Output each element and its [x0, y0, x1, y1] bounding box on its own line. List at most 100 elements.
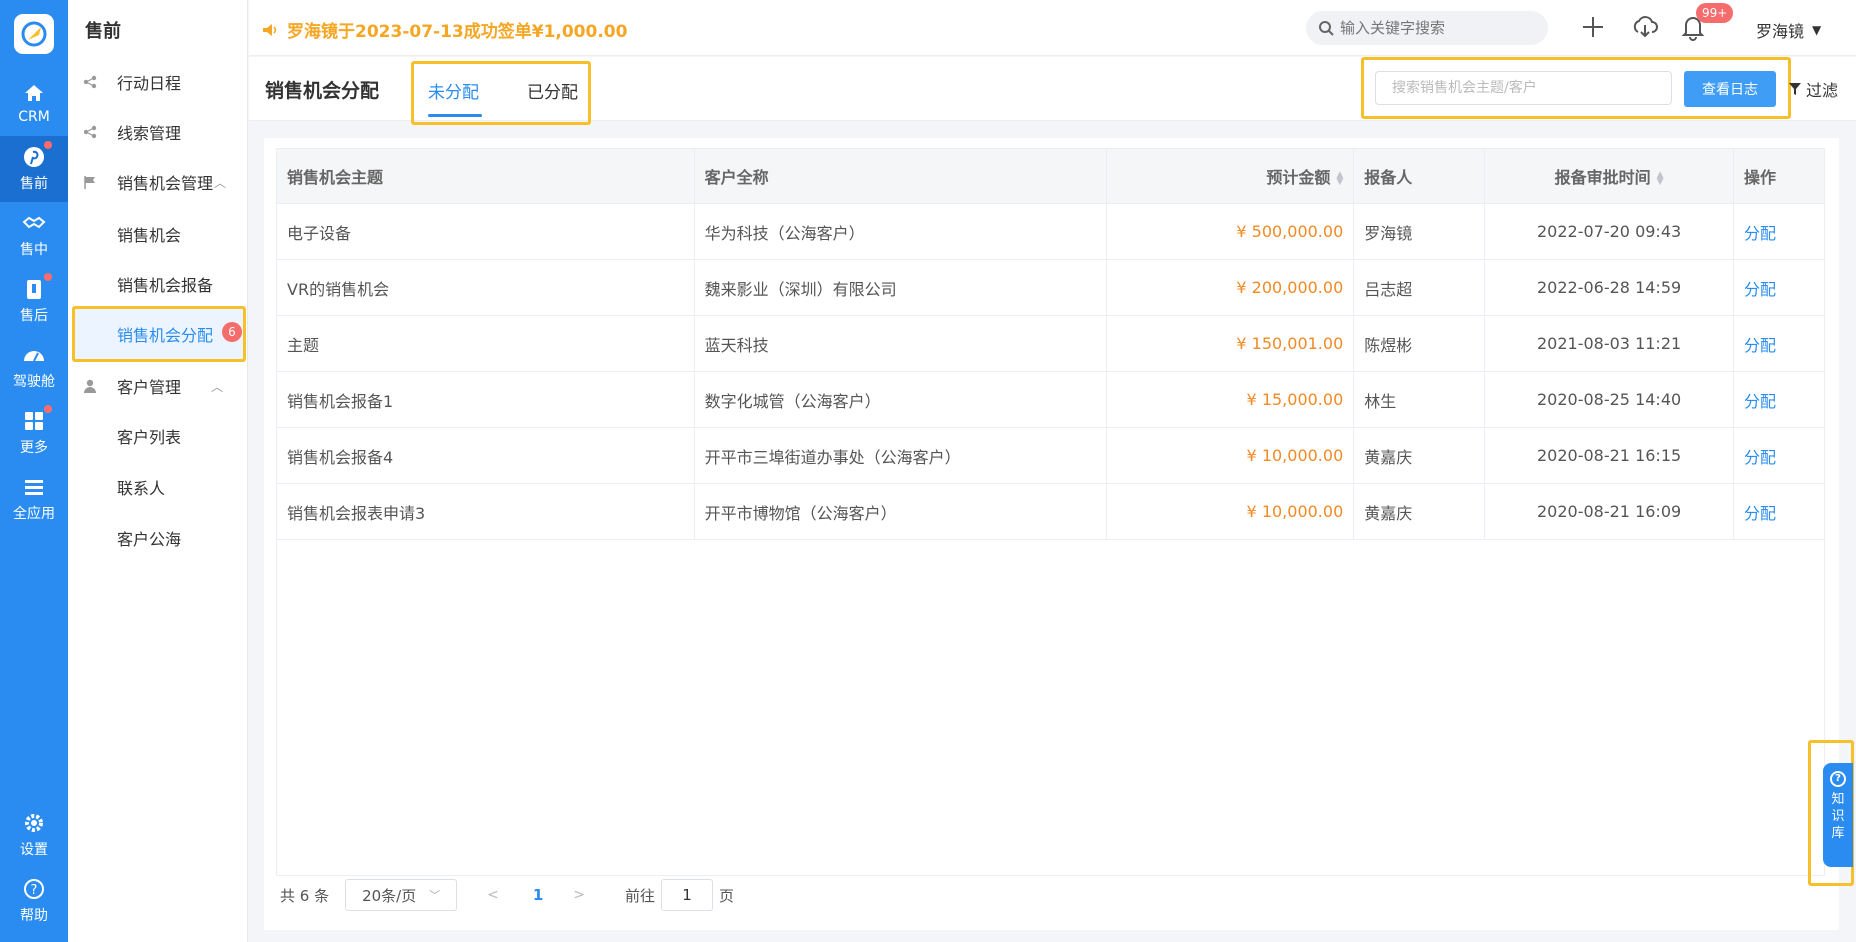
grid-icon	[22, 405, 52, 433]
rail-item-more[interactable]: 更多	[0, 400, 68, 466]
column-header-action: 操作	[1733, 148, 1825, 204]
kb-char: 库	[1831, 826, 1845, 841]
cell-reporter: 罗海镜	[1353, 203, 1486, 260]
user-name: 罗海镜	[1756, 22, 1805, 41]
sort-icon[interactable]: ▲ ▼	[1336, 170, 1343, 186]
kb-char: 识	[1831, 809, 1845, 824]
sidebar-item-opportunity-report[interactable]: 销售机会报备	[68, 259, 248, 309]
sidebar-item-label: 客户公海	[117, 530, 182, 549]
rail-label: 帮助	[20, 908, 48, 924]
app-rail: CRM 售前 售中 售后 驾驶舱 更多 全应用 设置 ? 帮助	[0, 0, 68, 942]
announcement-text: 罗海镜于2023-07-13成功签单¥1,000.00	[287, 22, 628, 42]
rail-item-aftersales[interactable]: 售后	[0, 268, 68, 334]
rail-label: 售前	[20, 176, 48, 192]
rail-label: 售中	[20, 242, 48, 258]
chevron-down-icon: ﹀	[429, 889, 441, 902]
gear-icon	[25, 814, 43, 832]
goto-page-input[interactable]	[661, 879, 714, 911]
sidebar-item-contacts[interactable]: 联系人	[68, 462, 248, 512]
content-panel: 销售机会主题 客户全称 预计金额 ▲ ▼ 报备人 报备审批时间 ▲ ▼ 操作 电子设备 …	[264, 138, 1839, 930]
rail-item-cockpit[interactable]: 驾驶舱	[0, 334, 68, 400]
rail-item-allapps[interactable]: 全应用	[0, 466, 68, 532]
subnav-title: 售前	[85, 21, 121, 42]
sidebar-group-customer[interactable]: 客户管理 ︿	[68, 361, 248, 411]
share-icon	[83, 75, 97, 89]
knowledge-base-button[interactable]: ? 知 识 库	[1823, 763, 1853, 867]
assign-link[interactable]: 分配	[1733, 259, 1825, 316]
pagination: 共 6 条 20条/页 ﹀ < 1 > 前往 页	[280, 878, 734, 912]
pinterest-icon	[22, 141, 52, 169]
column-header-amount[interactable]: 预计金额 ▲ ▼	[1106, 148, 1355, 204]
cell-approval-time: 2020-08-21 16:09	[1484, 483, 1735, 540]
rail-label: 驾驶舱	[13, 374, 55, 390]
column-header-subject: 销售机会主题	[276, 148, 695, 204]
sidebar-item-opportunity[interactable]: 销售机会	[68, 209, 248, 259]
cell-amount: ¥ 15,000.00	[1106, 371, 1355, 428]
sidebar-item-schedule[interactable]: 行动日程	[68, 57, 248, 107]
cell-reporter: 黄嘉庆	[1353, 483, 1486, 540]
sidebar-item-customer-pool[interactable]: 客户公海	[68, 513, 248, 563]
table-row: 销售机会报表申请3 开平市博物馆（公海客户） ¥ 10,000.00 黄嘉庆 2…	[276, 483, 1825, 540]
global-search[interactable]	[1306, 11, 1548, 45]
sidebar-item-opportunity-assign[interactable]: 销售机会分配 6	[72, 306, 246, 362]
flag-icon	[84, 176, 95, 189]
notification-dot	[44, 405, 52, 413]
assign-link[interactable]: 分配	[1733, 483, 1825, 540]
sidebar-group-opportunity[interactable]: 销售机会管理 ︿	[68, 157, 248, 207]
tab-unassigned[interactable]: 未分配	[428, 78, 479, 103]
column-header-customer: 客户全称	[693, 148, 1108, 204]
rail-item-crm[interactable]: CRM	[0, 70, 68, 136]
assign-link[interactable]: 分配	[1733, 427, 1825, 484]
sub-sidebar: 售前 行动日程 线索管理 销售机会管理 ︿ 销售机会 销售机会报备 销售机会分配…	[68, 0, 248, 942]
user-menu[interactable]: 罗海镜 ▼	[1756, 18, 1821, 42]
sidebar-item-label: 销售机会报备	[117, 276, 214, 295]
share-icon	[83, 125, 97, 139]
cell-customer: 华为科技（公海客户）	[693, 203, 1108, 260]
top-bar: 罗海镜于2023-07-13成功签单¥1,000.00 99+ 罗海镜 ▼	[249, 0, 1856, 56]
total-count: 共 6 条	[280, 886, 330, 905]
announcement[interactable]: 罗海镜于2023-07-13成功签单¥1,000.00	[261, 17, 627, 42]
app-logo[interactable]	[14, 14, 54, 54]
table-row: 主题 蓝天科技 ¥ 150,001.00 陈煜彬 2021-08-03 11:2…	[276, 315, 1825, 372]
sidebar-item-customer-list[interactable]: 客户列表	[68, 411, 248, 461]
cell-customer: 数字化城管（公海客户）	[693, 371, 1108, 428]
notification-dot	[44, 273, 52, 281]
column-header-reporter: 报备人	[1353, 148, 1486, 204]
cell-approval-time: 2021-08-03 11:21	[1484, 315, 1735, 372]
rail-label: CRM	[18, 109, 50, 125]
cell-approval-time: 2020-08-21 16:15	[1484, 427, 1735, 484]
opportunity-table: 销售机会主题 客户全称 预计金额 ▲ ▼ 报备人 报备审批时间 ▲ ▼ 操作 电子设备 …	[276, 148, 1825, 540]
assign-link[interactable]: 分配	[1733, 371, 1825, 428]
rail-item-presales[interactable]: 售前	[0, 136, 68, 202]
cell-reporter: 陈煜彬	[1353, 315, 1486, 372]
opportunity-search-input[interactable]	[1375, 71, 1672, 105]
sort-icon[interactable]: ▲ ▼	[1657, 170, 1664, 186]
global-search-input[interactable]	[1340, 19, 1530, 37]
page-size-select[interactable]: 20条/页 ﹀	[345, 879, 458, 911]
view-log-button[interactable]: 查看日志	[1684, 71, 1776, 107]
rail-item-settings[interactable]: 设置	[0, 802, 68, 868]
sidebar-item-label: 行动日程	[117, 74, 182, 93]
sidebar-item-label: 客户管理	[117, 378, 182, 397]
prev-page-icon[interactable]: <	[487, 887, 499, 903]
cloud-download-icon[interactable]	[1631, 13, 1659, 41]
help-icon: ?	[24, 879, 44, 899]
cell-amount: ¥ 500,000.00	[1106, 203, 1355, 260]
plus-icon[interactable]	[1579, 13, 1607, 41]
cell-subject: VR的销售机会	[276, 259, 695, 316]
assign-link[interactable]: 分配	[1733, 203, 1825, 260]
tab-assigned[interactable]: 已分配	[527, 78, 578, 103]
column-header-approval-time[interactable]: 报备审批时间 ▲ ▼	[1484, 148, 1735, 204]
filter-label: 过滤	[1806, 81, 1839, 100]
sidebar-item-leads[interactable]: 线索管理	[68, 107, 248, 157]
rail-item-insales[interactable]: 售中	[0, 202, 68, 268]
page-title: 销售机会分配	[265, 80, 380, 102]
filter-button[interactable]: 过滤	[1788, 77, 1838, 101]
cell-reporter: 林生	[1353, 371, 1486, 428]
cell-reporter: 吕志超	[1353, 259, 1486, 316]
assign-link[interactable]: 分配	[1733, 315, 1825, 372]
column-header-label: 预计金额	[1266, 168, 1331, 187]
page-number-current[interactable]: 1	[533, 886, 543, 904]
rail-item-help[interactable]: ? 帮助	[0, 868, 68, 934]
next-page-icon[interactable]: >	[573, 887, 585, 903]
